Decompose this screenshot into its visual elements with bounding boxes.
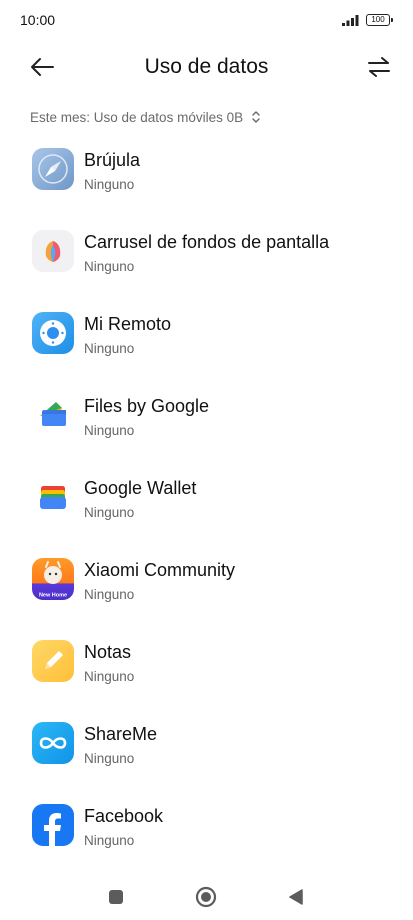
app-usage: Ninguno <box>84 833 135 848</box>
list-item[interactable]: Files by Google Ninguno <box>0 390 413 472</box>
app-usage: Ninguno <box>84 587 135 602</box>
triangle-back-icon <box>289 889 303 905</box>
shareme-icon <box>32 722 74 764</box>
period-filter-label: Este mes: Uso de datos móviles 0B <box>30 109 244 125</box>
community-icon: New Home <box>32 558 74 600</box>
files-icon <box>32 394 74 436</box>
square-icon <box>109 890 123 904</box>
app-name: ShareMe <box>84 724 158 744</box>
facebook-icon <box>32 804 74 846</box>
recents-button[interactable] <box>103 884 129 910</box>
app-name: Xiaomi Community <box>84 560 236 580</box>
list-item[interactable]: Brújula Ninguno <box>0 144 413 226</box>
list-item[interactable]: ShareMe Ninguno <box>0 718 413 800</box>
swap-arrows-icon <box>368 57 390 77</box>
app-usage: Ninguno <box>84 505 135 520</box>
navigation-bar <box>0 876 413 916</box>
app-usage: Ninguno <box>84 177 135 192</box>
header: Uso de datos <box>0 44 413 90</box>
page-title: Uso de datos <box>144 55 269 78</box>
app-name: Carrusel de fondos de pantalla <box>84 232 330 252</box>
list-item[interactable]: Facebook Ninguno <box>0 800 413 882</box>
app-usage: Ninguno <box>84 751 135 766</box>
wallet-icon <box>32 476 74 518</box>
app-usage: Ninguno <box>84 259 135 274</box>
compass-icon <box>32 148 74 190</box>
app-name: Notas <box>84 642 132 662</box>
list-item[interactable]: Carrusel de fondos de pantalla Ninguno <box>0 226 413 308</box>
app-usage: Ninguno <box>84 423 135 438</box>
circle-icon <box>195 886 217 908</box>
app-usage: Ninguno <box>84 341 135 356</box>
list-item[interactable]: Mi Remoto Ninguno <box>0 308 413 390</box>
nav-back-button[interactable] <box>283 884 309 910</box>
battery-level: 100 <box>371 15 385 24</box>
wallpaper-carousel-icon <box>32 230 74 272</box>
app-name: Brújula <box>84 150 141 170</box>
battery-icon: 100 <box>366 14 393 26</box>
list-item[interactable]: Google Wallet Ninguno <box>0 472 413 554</box>
list-item[interactable]: New Home Xiaomi Community Ninguno <box>0 554 413 636</box>
app-name: Google Wallet <box>84 478 197 498</box>
notes-icon <box>32 640 74 682</box>
app-list: Brújula Ninguno Carrusel de fondos de pa… <box>0 144 413 882</box>
app-name: Mi Remoto <box>84 314 172 334</box>
status-bar: 10:00 100 <box>0 0 413 40</box>
period-filter[interactable]: Este mes: Uso de datos móviles 0B <box>30 108 261 126</box>
app-name: Facebook <box>84 806 164 826</box>
app-name: Files by Google <box>84 396 210 416</box>
signal-icon <box>342 15 359 26</box>
home-button[interactable] <box>193 884 219 910</box>
remote-icon <box>32 312 74 354</box>
app-usage: Ninguno <box>84 669 135 684</box>
status-time: 10:00 <box>20 12 56 28</box>
list-item[interactable]: Notas Ninguno <box>0 636 413 718</box>
community-icon-caption: New Home <box>39 593 67 599</box>
swap-button[interactable] <box>363 52 395 82</box>
chevron-up-down-icon <box>252 111 260 123</box>
